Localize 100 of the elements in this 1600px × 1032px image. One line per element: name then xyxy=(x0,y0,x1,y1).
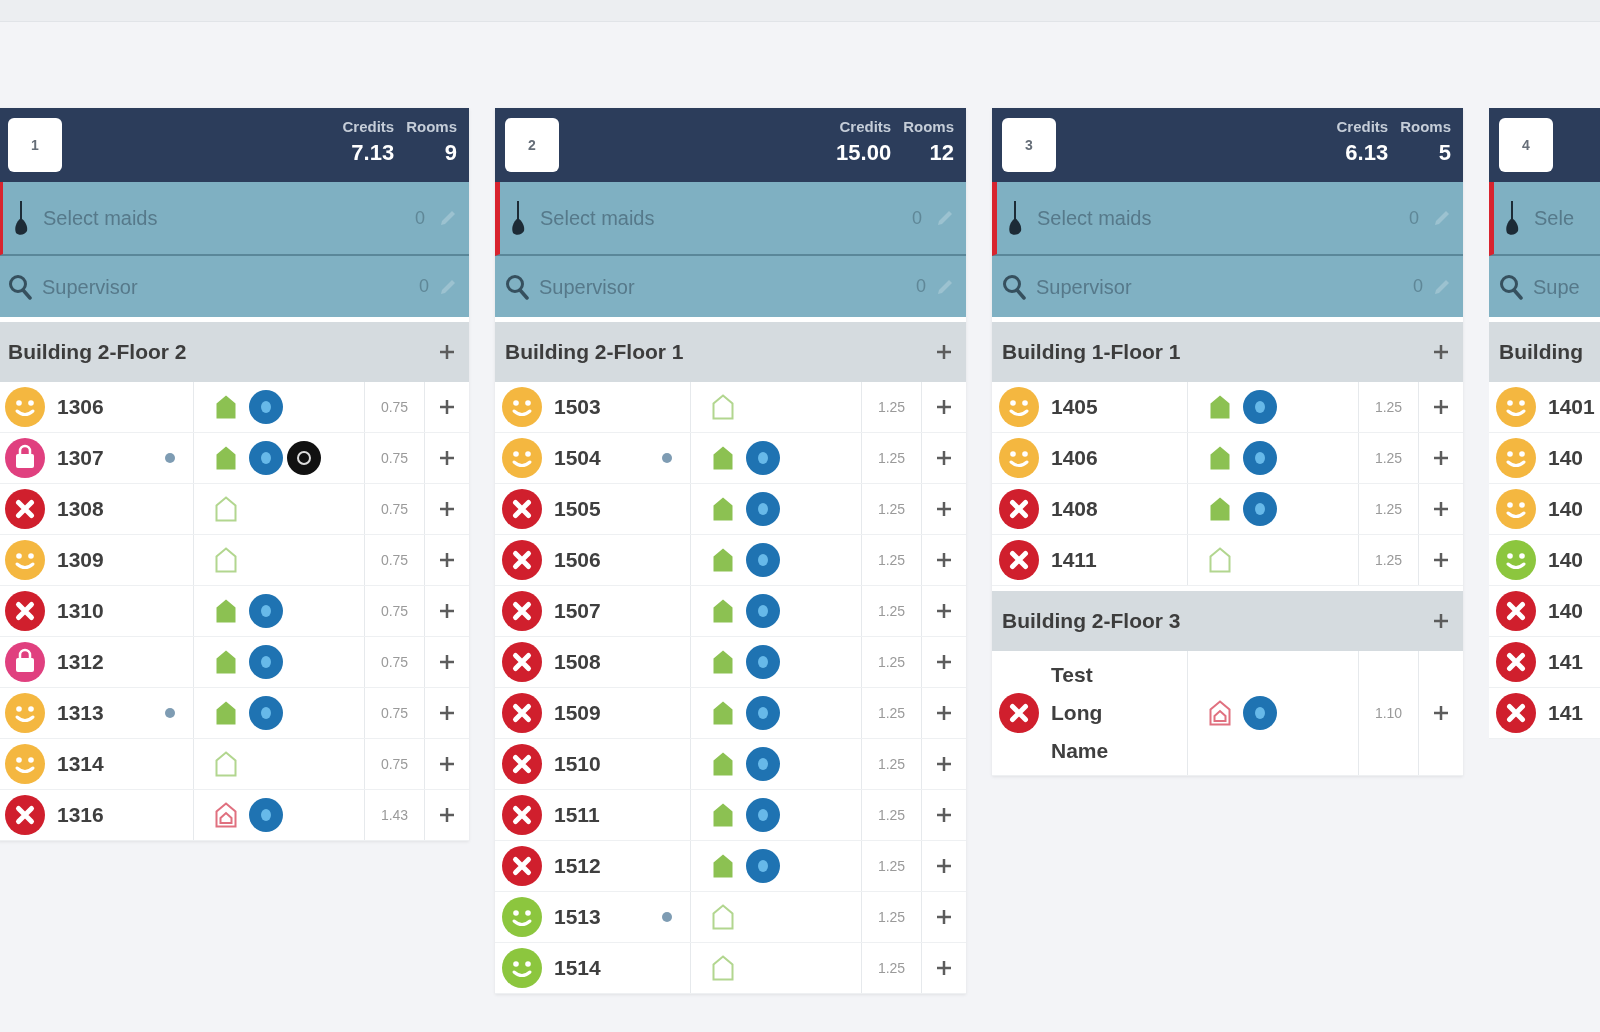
room-row[interactable]: 1316 1.43 xyxy=(0,790,469,841)
plus-icon[interactable] xyxy=(1433,344,1449,360)
room-row[interactable]: 1510 1.25 xyxy=(495,739,966,790)
plus-icon[interactable] xyxy=(439,654,455,670)
room-number: 1401 xyxy=(1548,394,1595,420)
credits-value: 1.25 xyxy=(877,958,906,978)
plus-icon[interactable] xyxy=(936,654,952,670)
plus-icon[interactable] xyxy=(439,450,455,466)
room-row[interactable]: 1314 0.75 xyxy=(0,739,469,790)
plus-icon[interactable] xyxy=(1433,705,1449,721)
credits-value: 0.75 xyxy=(380,448,409,468)
room-row[interactable]: 1511 1.25 xyxy=(495,790,966,841)
credits-value: 1.25 xyxy=(1374,448,1403,468)
room-row[interactable]: 1312 0.75 xyxy=(0,637,469,688)
room-row[interactable]: 1310 0.75 xyxy=(0,586,469,637)
room-row[interactable]: 1401 xyxy=(1489,382,1600,433)
plus-icon[interactable] xyxy=(439,344,455,360)
room-row[interactable]: 1514 1.25 xyxy=(495,943,966,994)
brush-icon xyxy=(510,200,526,236)
room-row[interactable]: 1513 1.25 xyxy=(495,892,966,943)
credits-value: 1.25 xyxy=(877,754,906,774)
room-row[interactable]: 1512 1.25 xyxy=(495,841,966,892)
room-row[interactable]: 1406 1.25 xyxy=(992,433,1463,484)
room-number: 1504 xyxy=(554,445,602,471)
plus-icon[interactable] xyxy=(936,858,952,874)
plus-icon[interactable] xyxy=(936,960,952,976)
plus-icon[interactable] xyxy=(439,603,455,619)
card-number: 2 xyxy=(505,118,559,172)
plus-icon[interactable] xyxy=(936,399,952,415)
building-title: Building xyxy=(1499,339,1583,366)
plus-icon[interactable] xyxy=(439,807,455,823)
credits-value: 0.75 xyxy=(380,703,409,723)
room-row[interactable]: 1306 0.75 xyxy=(0,382,469,433)
plus-icon[interactable] xyxy=(439,705,455,721)
plus-icon[interactable] xyxy=(439,756,455,772)
stat-value: 9 xyxy=(444,139,457,167)
plus-icon[interactable] xyxy=(936,450,952,466)
plus-icon[interactable] xyxy=(439,501,455,517)
search-icon xyxy=(1499,273,1523,300)
room-row[interactable]: 140 xyxy=(1489,484,1600,535)
plus-icon[interactable] xyxy=(936,756,952,772)
plus-icon[interactable] xyxy=(936,344,952,360)
plus-icon[interactable] xyxy=(936,603,952,619)
room-row[interactable]: 140 xyxy=(1489,433,1600,484)
plus-icon[interactable] xyxy=(1433,399,1449,415)
plus-icon[interactable] xyxy=(936,705,952,721)
credits-value: 0.75 xyxy=(380,550,409,570)
stat-label: Rooms xyxy=(1400,117,1451,137)
room-row[interactable]: 141 xyxy=(1489,688,1600,739)
plus-icon[interactable] xyxy=(1433,501,1449,517)
plus-icon[interactable] xyxy=(439,399,455,415)
room-number: 1406 xyxy=(1051,445,1099,471)
building-title: Building 2-Floor 2 xyxy=(8,339,187,366)
room-row[interactable]: 141 xyxy=(1489,637,1600,688)
plus-icon[interactable] xyxy=(936,807,952,823)
room-number: 1505 xyxy=(554,496,602,522)
plus-icon[interactable] xyxy=(936,909,952,925)
credits-value: 1.25 xyxy=(877,652,906,672)
plus-icon[interactable] xyxy=(1433,613,1449,629)
plus-icon[interactable] xyxy=(1433,450,1449,466)
room-row[interactable]: Test Long Name 1.10 xyxy=(992,651,1463,776)
stat-value: 5 xyxy=(1438,139,1451,167)
room-row[interactable]: 1508 1.25 xyxy=(495,637,966,688)
room-row[interactable]: 140 xyxy=(1489,586,1600,637)
room-row[interactable]: 1408 1.25 xyxy=(992,484,1463,535)
room-row[interactable]: 140 xyxy=(1489,535,1600,586)
room-row[interactable]: 1503 1.25 xyxy=(495,382,966,433)
room-number: 140 xyxy=(1548,496,1584,522)
room-row[interactable]: 1411 1.25 xyxy=(992,535,1463,586)
room-row[interactable]: 1509 1.25 xyxy=(495,688,966,739)
room-row[interactable]: 1506 1.25 xyxy=(495,535,966,586)
room-row[interactable]: 1505 1.25 xyxy=(495,484,966,535)
brush-icon xyxy=(1007,200,1023,236)
card-number: 4 xyxy=(1499,118,1553,172)
room-number: 1316 xyxy=(57,802,105,828)
credits-value: 1.25 xyxy=(877,805,906,825)
plus-icon[interactable] xyxy=(439,552,455,568)
credits-value: 1.25 xyxy=(877,907,906,927)
room-number: 140 xyxy=(1548,598,1584,624)
credits-value: 1.25 xyxy=(1374,550,1403,570)
plus-icon[interactable] xyxy=(936,501,952,517)
room-row[interactable]: 1507 1.25 xyxy=(495,586,966,637)
card-number: 1 xyxy=(8,118,62,172)
building-title: Building 2-Floor 3 xyxy=(1002,608,1181,635)
room-row[interactable]: 1308 0.75 xyxy=(0,484,469,535)
room-row[interactable]: 1504 1.25 xyxy=(495,433,966,484)
plus-icon[interactable] xyxy=(936,552,952,568)
room-number: 141 xyxy=(1548,700,1584,726)
room-row[interactable]: 1405 1.25 xyxy=(992,382,1463,433)
stat-value: 12 xyxy=(929,139,954,167)
room-number: 1307 xyxy=(57,445,105,471)
stat-value: 6.13 xyxy=(1345,139,1389,167)
brush-icon xyxy=(13,200,29,236)
room-row[interactable]: 1313 0.75 xyxy=(0,688,469,739)
room-number: 1306 xyxy=(57,394,105,420)
room-row[interactable]: 1307 0.75 xyxy=(0,433,469,484)
plus-icon[interactable] xyxy=(1433,552,1449,568)
room-row[interactable]: 1309 0.75 xyxy=(0,535,469,586)
search-icon xyxy=(1002,273,1026,300)
room-number: 1405 xyxy=(1051,394,1099,420)
